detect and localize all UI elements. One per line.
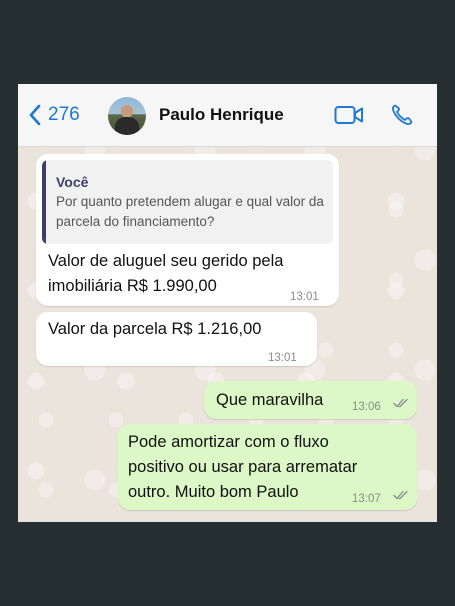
avatar[interactable]	[108, 97, 146, 135]
quoted-message[interactable]: Você Por quanto pretendem alugar e qual …	[42, 160, 333, 244]
double-check-icon	[393, 490, 408, 500]
message-time: 13:01	[268, 352, 297, 364]
message-bubble-incoming[interactable]: Valor da parcela R$ 1.216,00 13:01	[36, 312, 317, 366]
message-text-line: imobiliária R$ 1.990,00	[48, 277, 217, 295]
chat-screen: 276 Paulo Henrique Você Por quanto prete…	[18, 84, 437, 522]
quote-author: Você	[56, 174, 89, 190]
phone-call-icon[interactable]	[390, 103, 414, 127]
message-text-line: Pode amortizar com o fluxo	[128, 433, 329, 451]
message-text: Valor da parcela R$ 1.216,00	[48, 320, 262, 338]
message-bubble-incoming[interactable]: Você Por quanto pretendem alugar e qual …	[36, 154, 339, 306]
message-text-line: outro. Muito bom Paulo	[128, 483, 299, 501]
message-bubble-outgoing[interactable]: Que maravilha 13:06	[204, 381, 417, 419]
message-bubble-outgoing[interactable]: Pode amortizar com o fluxo positivo ou u…	[118, 424, 417, 510]
contact-name[interactable]: Paulo Henrique	[159, 105, 284, 125]
message-time: 13:06	[352, 401, 381, 413]
message-time: 13:01	[290, 291, 319, 303]
video-call-icon[interactable]	[334, 104, 364, 126]
message-time: 13:07	[352, 493, 381, 505]
back-button[interactable]: 276	[28, 102, 80, 128]
message-text-line: Valor de aluguel seu gerido pela	[48, 252, 284, 270]
message-text: Que maravilha	[216, 391, 324, 409]
avatar-body	[115, 117, 139, 135]
double-check-icon	[393, 398, 408, 408]
chat-header: 276 Paulo Henrique	[18, 84, 437, 147]
quote-text: Por quanto pretendem alugar e qual valor…	[56, 194, 324, 229]
unread-count: 276	[48, 104, 80, 125]
message-text-line: positivo ou usar para arrematar	[128, 458, 358, 476]
quote-bar	[42, 160, 46, 244]
chevron-left-icon	[29, 104, 41, 126]
